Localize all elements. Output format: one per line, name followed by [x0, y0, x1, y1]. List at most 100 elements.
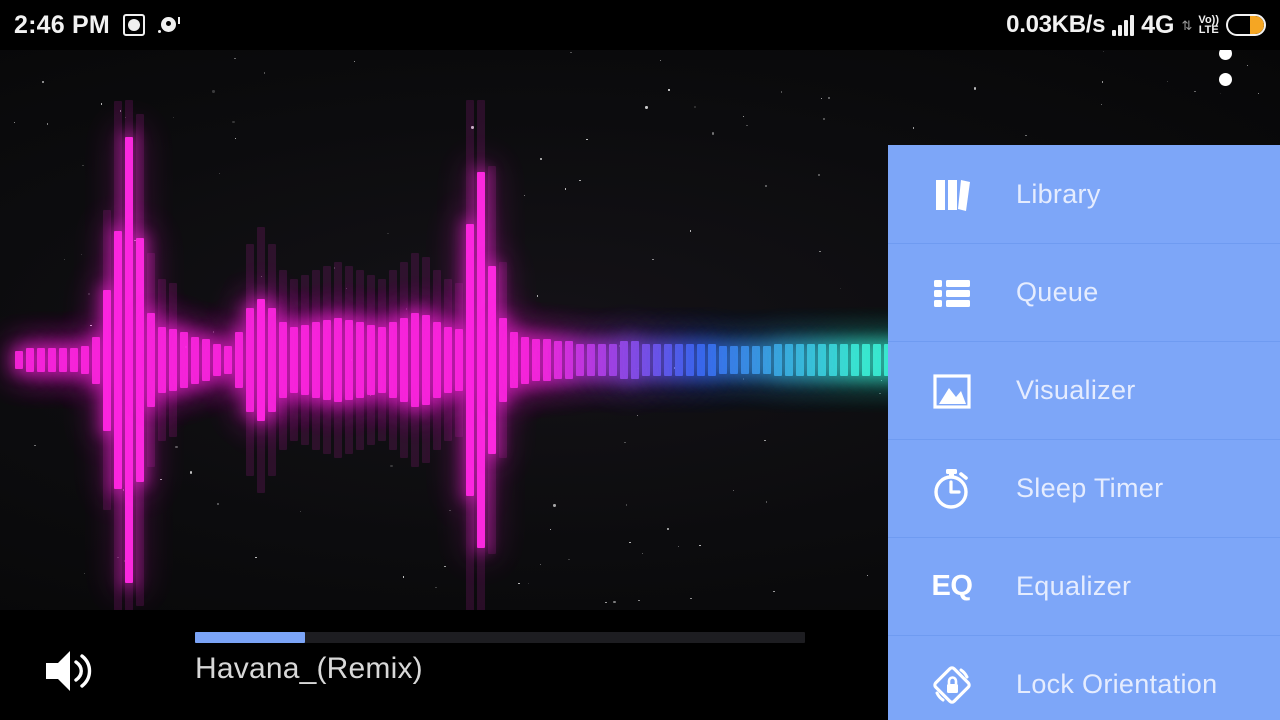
waveform-bar: [268, 308, 276, 412]
waveform-bar: [477, 172, 485, 548]
waveform-bar: [730, 345, 738, 375]
waveform-bar: [114, 230, 122, 490]
waveform-bar: [191, 336, 199, 384]
overflow-menu-panel: Library Queue Visualizer Sleep Timer EQ …: [888, 145, 1280, 720]
waveform-bar: [180, 331, 188, 389]
waveform-bar: [169, 329, 177, 391]
waveform-bar: [224, 345, 232, 375]
waveform-bar: [48, 348, 56, 372]
waveform-bar: [851, 343, 859, 377]
waveform-bar: [26, 348, 34, 372]
menu-item-sleep-timer[interactable]: Sleep Timer: [888, 439, 1280, 537]
waveform-bar: [675, 343, 683, 377]
waveform-bar: [81, 345, 89, 375]
menu-item-label: Queue: [1016, 277, 1099, 307]
waveform-bar: [334, 317, 342, 403]
queue-list-icon: [888, 269, 1016, 317]
waveform-bar: [356, 322, 364, 398]
data-transfer-arrows-icon: ⇅: [1181, 17, 1193, 33]
menu-item-queue[interactable]: Queue: [888, 243, 1280, 341]
network-type-label: 4G: [1141, 10, 1175, 39]
waveform-bar: [862, 343, 870, 377]
waveform-bar: [521, 336, 529, 384]
library-books-icon: [888, 170, 1016, 218]
waveform-bar: [103, 289, 111, 431]
data-saver-icon: [157, 15, 180, 35]
menu-item-label: Library: [1016, 178, 1101, 209]
eq-glyph: EQ: [931, 570, 973, 602]
waveform-bar: [510, 331, 518, 389]
waveform-bar: [697, 343, 705, 377]
waveform-bar: [422, 315, 430, 405]
status-bar-left: 2:46 PM: [14, 11, 180, 40]
waveform-bar: [37, 348, 45, 372]
waveform-bar: [642, 343, 650, 377]
waveform-bar: [301, 324, 309, 396]
menu-item-lock-orientation[interactable]: Lock Orientation: [888, 635, 1280, 720]
waveform-bar: [686, 343, 694, 377]
waveform-bar: [620, 341, 628, 379]
equalizer-eq-icon: EQ: [888, 570, 1016, 603]
waveform-bar: [59, 348, 67, 372]
menu-item-label: Sleep Timer: [1016, 473, 1164, 503]
waveform-bar: [246, 308, 254, 412]
waveform-bar: [598, 343, 606, 377]
waveform-bar: [400, 317, 408, 403]
waveform-bar: [147, 313, 155, 407]
menu-item-library[interactable]: Library: [888, 145, 1280, 243]
waveform-bar: [554, 341, 562, 379]
status-clock: 2:46 PM: [14, 10, 110, 39]
waveform-bar: [136, 237, 144, 483]
waveform-bar: [785, 343, 793, 377]
signal-bars-icon: [1112, 14, 1135, 36]
waveform-bar: [466, 223, 474, 497]
waveform-bar: [367, 324, 375, 396]
alarm-icon: [122, 14, 145, 36]
waveform-bar: [576, 343, 584, 377]
waveform-bar: [213, 343, 221, 377]
waveform-bar: [235, 331, 243, 389]
waveform-bar: [158, 327, 166, 393]
waveform-bar: [323, 320, 331, 400]
waveform-bar: [279, 322, 287, 398]
menu-item-equalizer[interactable]: EQ Equalizer: [888, 537, 1280, 635]
waveform-bar: [829, 343, 837, 377]
waveform-bar: [796, 343, 804, 377]
waveform-bar: [125, 136, 133, 584]
music-player-screen: 2:46 PM 0.03KB/s 4G ⇅ Vo)) LTE 0:35: [0, 0, 1280, 720]
seek-bar-fill: [195, 632, 305, 643]
waveform-bar: [774, 343, 782, 377]
waveform-bar: [202, 338, 210, 382]
waveform-bar: [664, 343, 672, 377]
waveform-bar: [631, 341, 639, 379]
waveform-bar: [840, 343, 848, 377]
screen-rotation-lock-icon: [888, 661, 1016, 709]
waveform-bar: [15, 350, 23, 370]
waveform-bar: [389, 322, 397, 398]
menu-item-label: Visualizer: [1016, 375, 1136, 405]
waveform-bar: [719, 345, 727, 375]
waveform-bar: [807, 343, 815, 377]
waveform-bar: [378, 327, 386, 393]
waveform-bar: [763, 345, 771, 375]
status-bar: 2:46 PM 0.03KB/s 4G ⇅ Vo)) LTE: [0, 0, 1280, 50]
waveform-bar: [499, 317, 507, 403]
waveform-bar: [609, 343, 617, 377]
menu-item-visualizer[interactable]: Visualizer: [888, 341, 1280, 439]
waveform-bar: [433, 322, 441, 398]
waveform-bar: [543, 338, 551, 382]
waveform-bar: [257, 298, 265, 422]
waveform-bar: [653, 343, 661, 377]
waveform-bar: [708, 343, 716, 377]
network-speed-label: 0.03KB/s: [1006, 11, 1106, 38]
waveform-bar: [488, 266, 496, 454]
menu-item-label: Lock Orientation: [1016, 669, 1218, 699]
image-picture-icon: [888, 367, 1016, 415]
waveform-bar: [444, 327, 452, 393]
volume-up-icon[interactable]: [40, 643, 100, 699]
seek-bar[interactable]: [195, 632, 805, 643]
waveform-bar: [290, 327, 298, 393]
waveform-bar: [92, 336, 100, 384]
waveform-bar: [455, 329, 463, 391]
stopwatch-icon: [888, 465, 1016, 513]
